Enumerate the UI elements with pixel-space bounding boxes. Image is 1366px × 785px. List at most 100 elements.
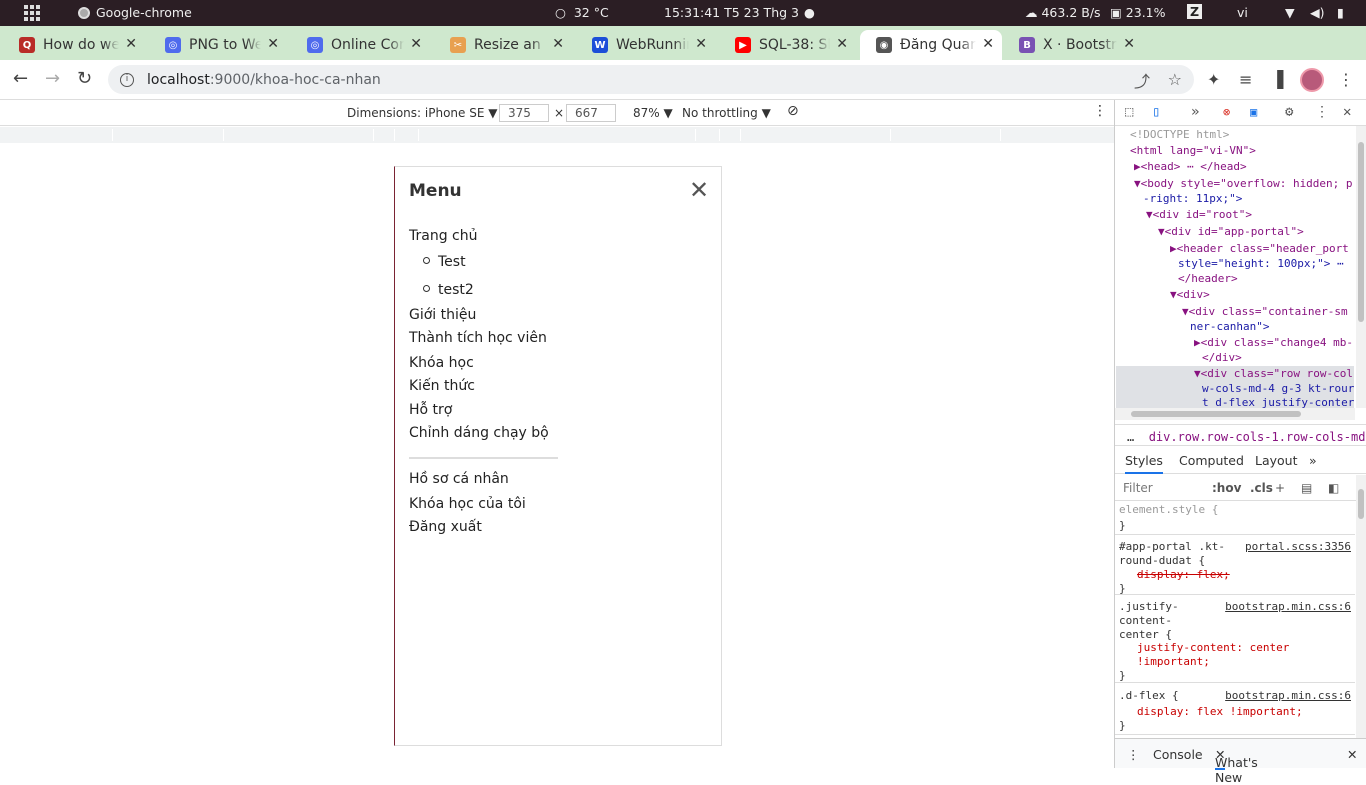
new-rule-icon[interactable]: + <box>1275 481 1285 495</box>
submenu-item-test2[interactable]: test2 <box>423 282 474 298</box>
rule-source-link[interactable]: bootstrap.min.css:6 <box>1225 600 1351 614</box>
tab-whats-new[interactable]: What's New ✕ <box>1215 747 1258 785</box>
tab-more[interactable]: » <box>1309 453 1317 468</box>
settings-gear-icon[interactable]: ⚙ <box>1285 104 1293 120</box>
bookmark-star-icon[interactable]: ☆ <box>1168 70 1182 89</box>
dom-line[interactable]: <!DOCTYPE html> <box>1130 128 1229 142</box>
browser-tab[interactable]: ✂ Resize an Im ✕ <box>434 30 572 60</box>
browser-tab[interactable]: ▶ SQL-38: SEL ✕ <box>719 30 856 60</box>
close-drawer-icon[interactable]: ✕ <box>1347 747 1357 762</box>
reload-icon[interactable]: ↻ <box>77 68 92 89</box>
dom-line[interactable]: ▼<div> <box>1170 288 1210 302</box>
sidebar-toggle-icon[interactable]: ◧ <box>1328 481 1339 495</box>
more-tabs-icon[interactable]: » <box>1191 104 1199 120</box>
device-more-icon[interactable]: ⋮ <box>1093 103 1107 119</box>
rule-source-link[interactable]: portal.scss:3356 <box>1245 540 1351 554</box>
z-app-icon[interactable]: Z <box>1187 4 1203 19</box>
filter-input[interactable]: Filter <box>1123 481 1153 495</box>
kebab-menu-icon[interactable]: ⋮ <box>1338 70 1354 89</box>
browser-tab[interactable]: ◎ PNG to Web ✕ <box>149 30 287 60</box>
dom-line[interactable]: t d-flex justify-conter <box>1202 396 1354 408</box>
styles-scrollbar[interactable] <box>1356 475 1366 738</box>
back-arrow-icon[interactable]: ← <box>13 68 28 89</box>
menu-item-knowledge[interactable]: Kiến thức <box>409 378 475 394</box>
dom-line[interactable]: ▼<div class="container-sm <box>1182 305 1348 319</box>
menu-item-logout[interactable]: Đăng xuất <box>409 519 482 535</box>
menu-item-support[interactable]: Hỗ trợ <box>409 402 452 418</box>
elements-vertical-scrollbar[interactable] <box>1356 126 1366 408</box>
wifi-icon[interactable]: ▼ <box>1285 5 1295 20</box>
media-query-bar[interactable] <box>0 127 1114 143</box>
style-rule[interactable]: .d-flex { bootstrap.min.css:6 display: f… <box>1115 685 1355 735</box>
tab-close-icon[interactable]: ✕ <box>836 36 848 52</box>
clock[interactable]: 15:31:41 T5 23 Thg 3 <box>664 5 799 20</box>
elements-tree[interactable]: <!DOCTYPE html> <html lang="vi-VN"> ▶<he… <box>1115 126 1355 408</box>
extensions-icon[interactable]: ✦ <box>1207 70 1220 89</box>
share-icon[interactable]: ⤴ <box>1134 68 1150 92</box>
dom-line[interactable]: style="height: 100px;"> ⋯ <box>1178 257 1344 271</box>
devtools-more-icon[interactable]: ⋮ <box>1315 104 1329 120</box>
zoom-select[interactable]: 87% ▼ <box>633 106 673 120</box>
paint-icon[interactable]: ▤ <box>1301 481 1312 495</box>
dom-line[interactable]: -right: 11px;"> <box>1143 192 1242 206</box>
style-rule[interactable]: #app-portal .kt-round-dudat { portal.scs… <box>1115 537 1355 595</box>
side-panel-icon[interactable]: ▐ <box>1271 70 1283 89</box>
menu-item-achievements[interactable]: Thành tích học viên <box>409 330 547 346</box>
menu-item-courses[interactable]: Khóa học <box>409 355 474 371</box>
dom-line[interactable]: ▶<div class="change4 mb- <box>1194 336 1353 350</box>
menu-item-my-courses[interactable]: Khóa học của tôi <box>409 496 526 512</box>
rotate-icon[interactable]: ⊘ <box>787 103 799 119</box>
menu-item-about[interactable]: Giới thiệu <box>409 307 476 323</box>
address-bar[interactable]: i localhost:9000/khoa-hoc-ca-nhan ⤴ ☆ <box>108 65 1194 94</box>
dom-line[interactable]: ▼<body style="overflow: hidden; p <box>1134 177 1353 191</box>
tab-close-icon[interactable]: ✕ <box>982 36 994 52</box>
dom-line[interactable]: ▼<div id="root"> <box>1146 208 1252 222</box>
breadcrumb[interactable]: … div.row.row-cols-1.row-cols-md-4.g <box>1115 424 1366 446</box>
browser-tab[interactable]: W WebRunning ✕ <box>576 30 715 60</box>
menu-item-running-form[interactable]: Chỉnh dáng chạy bộ <box>409 425 549 441</box>
url-text[interactable]: localhost:9000/khoa-hoc-ca-nhan <box>147 72 381 88</box>
tab-close-icon[interactable]: ✕ <box>125 36 137 52</box>
tab-close-icon[interactable]: ✕ <box>695 36 707 52</box>
input-language[interactable]: vi <box>1237 5 1248 20</box>
cls-toggle[interactable]: .cls <box>1250 481 1273 495</box>
tab-layout[interactable]: Layout <box>1255 453 1298 468</box>
tab-close-icon[interactable]: ✕ <box>267 36 279 52</box>
browser-tab[interactable]: B X · Bootstra ✕ <box>1003 30 1143 60</box>
battery-icon[interactable]: ▮ <box>1337 5 1344 20</box>
browser-tab[interactable]: Q How do we ✕ <box>3 30 145 60</box>
drawer-menu-icon[interactable]: ⋮ <box>1127 747 1140 762</box>
dom-line[interactable]: <html lang="vi-VN"> <box>1130 144 1256 158</box>
dom-line[interactable]: ▶<head> ⋯ </head> <box>1134 160 1247 174</box>
rule-source-link[interactable]: bootstrap.min.css:6 <box>1225 689 1351 703</box>
tab-close-icon[interactable]: ✕ <box>410 36 422 52</box>
width-input[interactable]: 375 <box>499 104 549 122</box>
styles-pane[interactable]: element.style { } #app-portal .kt-round-… <box>1115 501 1355 738</box>
height-input[interactable]: 667 <box>566 104 616 122</box>
app-grid-icon[interactable] <box>24 5 40 21</box>
close-devtools-icon[interactable]: ✕ <box>1343 104 1351 120</box>
elements-horizontal-scrollbar[interactable] <box>1115 408 1355 420</box>
issues-icon[interactable]: ▣ <box>1250 105 1257 119</box>
device-select[interactable]: Dimensions: iPhone SE ▼ <box>347 106 497 120</box>
dom-line[interactable]: ▼<div class="row row-col <box>1194 367 1353 381</box>
dom-line[interactable]: </div> <box>1202 351 1242 365</box>
dom-line[interactable]: ner-canhan"> <box>1190 320 1269 334</box>
dom-line[interactable]: ▶<header class="header_port <box>1170 242 1349 256</box>
weather-indicator[interactable]: ○ 32 °C <box>555 5 609 20</box>
hov-toggle[interactable]: :hov <box>1212 481 1241 495</box>
browser-tab[interactable]: ◉ Đăng Quan ✕ <box>860 30 1002 60</box>
dom-line[interactable]: w-cols-md-4 g-3 kt-rour <box>1202 382 1354 396</box>
tab-close-icon[interactable]: ✕ <box>1123 36 1135 52</box>
throttling-select[interactable]: No throttling ▼ <box>682 106 771 120</box>
errors-icon[interactable]: ⊗ <box>1223 105 1230 119</box>
volume-icon[interactable]: ◀) <box>1310 5 1325 20</box>
tab-console[interactable]: Console <box>1153 747 1203 762</box>
device-toggle-icon[interactable]: ▯ <box>1152 104 1160 120</box>
tab-close-icon[interactable]: ✕ <box>552 36 564 52</box>
inspect-element-icon[interactable]: ⬚ <box>1125 104 1133 120</box>
tab-computed[interactable]: Computed <box>1179 453 1244 468</box>
forward-arrow-icon[interactable]: → <box>45 68 60 89</box>
profile-avatar[interactable] <box>1300 68 1324 92</box>
site-info-icon[interactable]: i <box>120 72 134 87</box>
